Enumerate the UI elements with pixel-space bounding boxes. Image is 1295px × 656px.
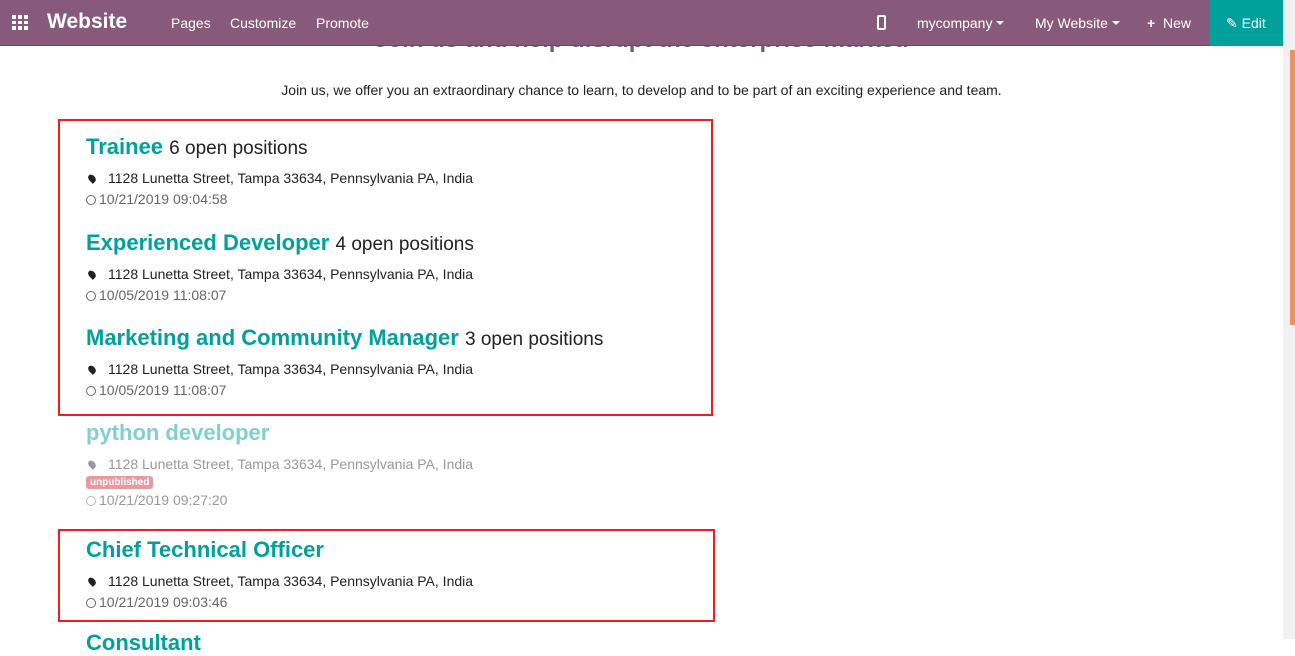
menu-promote[interactable]: Promote xyxy=(316,15,369,31)
edit-button[interactable]: ✎ Edit xyxy=(1210,0,1283,46)
new-button[interactable]: + New xyxy=(1147,15,1191,31)
website-dropdown[interactable]: My Website xyxy=(1035,15,1120,31)
job-title-link[interactable]: python developer xyxy=(86,420,269,445)
edit-label: Edit xyxy=(1241,15,1266,31)
company-dropdown[interactable]: mycompany xyxy=(917,15,1004,31)
scrollbar-thumb[interactable] xyxy=(1290,50,1295,325)
app-title[interactable]: Website xyxy=(47,10,127,34)
apps-grid-icon[interactable] xyxy=(12,15,29,30)
job-address: 1128 Lunetta Street, Tampa 33634, Pennsy… xyxy=(108,456,474,472)
clock-icon xyxy=(86,496,96,506)
job-title-link[interactable]: Consultant xyxy=(86,630,201,655)
scrollbar[interactable] xyxy=(1283,0,1295,639)
highlight-box xyxy=(58,529,715,622)
job-date: 10/21/2019 09:27:20 xyxy=(99,492,228,508)
intro-text: Join us, we offer you an extraordinary c… xyxy=(281,82,1002,98)
map-marker-icon xyxy=(86,459,98,470)
job-item: Consultant xyxy=(86,630,201,656)
job-item-unpublished: python developer 1128 Lunetta Street, Ta… xyxy=(86,420,473,508)
top-navbar: Website Pages Customize Promote mycompan… xyxy=(0,0,1283,46)
unpublished-badge: unpublished xyxy=(86,476,154,489)
plus-icon: + xyxy=(1147,15,1156,31)
menu-pages[interactable]: Pages xyxy=(171,15,211,31)
menu-customize[interactable]: Customize xyxy=(230,15,296,31)
mobile-preview-icon[interactable] xyxy=(877,15,886,30)
pencil-icon: ✎ xyxy=(1226,15,1238,31)
new-label: New xyxy=(1162,15,1191,31)
highlight-box xyxy=(58,119,713,416)
